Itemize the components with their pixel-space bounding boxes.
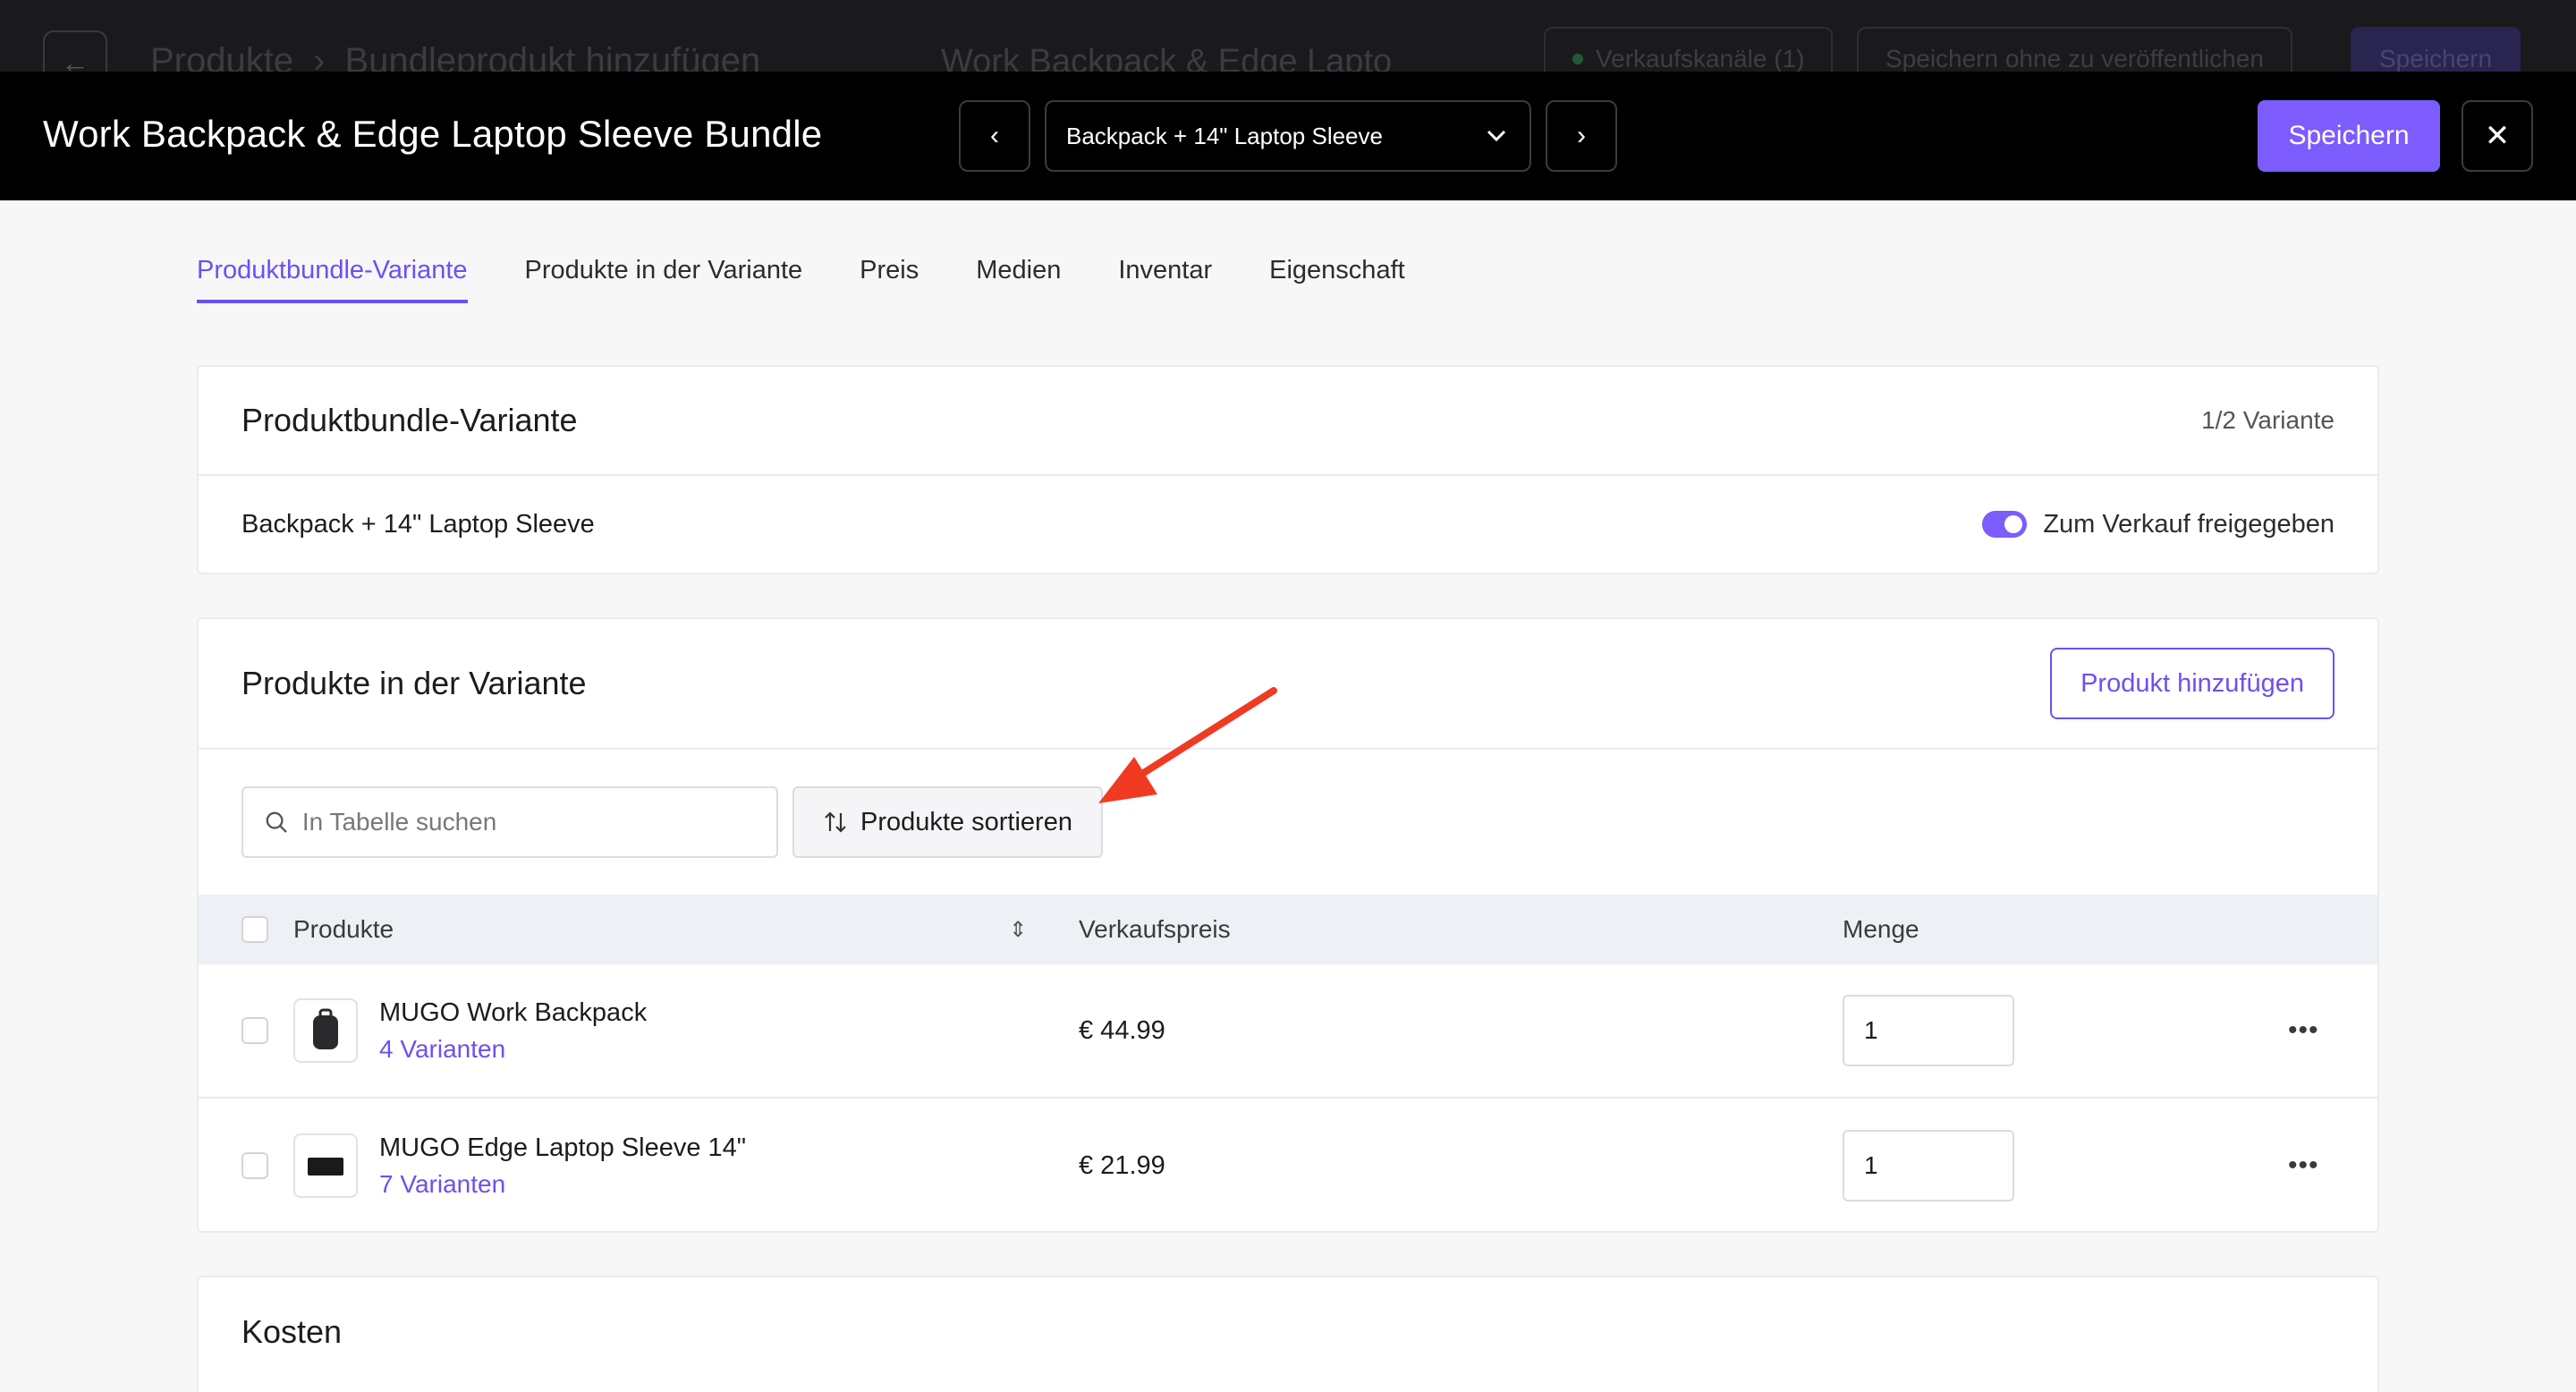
column-quantity: Menge bbox=[1843, 915, 1919, 943]
column-products: Produkte bbox=[293, 915, 394, 943]
background-product-title: Work Backpack & Edge Lapto bbox=[941, 43, 1393, 72]
sort-products-label: Produkte sortieren bbox=[860, 807, 1072, 836]
search-input[interactable] bbox=[301, 808, 755, 836]
product-thumbnail bbox=[293, 1133, 358, 1198]
back-arrow-icon: ← bbox=[43, 30, 107, 72]
modal-header: Work Backpack & Edge Laptop Sleeve Bundl… bbox=[0, 72, 2576, 200]
sort-products-button[interactable]: Produkte sortieren bbox=[792, 786, 1103, 858]
variant-count: 1/2 Variante bbox=[2201, 406, 2334, 434]
chevron-left-icon: ‹ bbox=[990, 121, 999, 150]
costs-card-title: Kosten bbox=[242, 1313, 343, 1350]
variant-select[interactable]: Backpack + 14" Laptop Sleeve bbox=[1045, 100, 1531, 172]
chevron-right-icon: › bbox=[1577, 121, 1586, 150]
column-price: Verkaufspreis bbox=[1079, 915, 1231, 943]
tab-property[interactable]: Eigenschaft bbox=[1269, 256, 1405, 303]
product-price: € 21.99 bbox=[1079, 1150, 1165, 1180]
breadcrumb-item: Bundleprodukt hinzufügen bbox=[344, 41, 761, 72]
close-icon: ✕ bbox=[2484, 119, 2511, 153]
quantity-input[interactable] bbox=[1843, 1130, 2014, 1201]
products-card-title: Produkte in der Variante bbox=[242, 665, 587, 701]
background-save-button: Speichern bbox=[2351, 27, 2521, 72]
product-price: € 44.99 bbox=[1079, 1015, 1165, 1045]
previous-variant-button[interactable]: ‹ bbox=[959, 100, 1030, 172]
for-sale-toggle[interactable] bbox=[1982, 511, 2028, 538]
variants-link[interactable]: 7 Varianten bbox=[379, 1170, 746, 1199]
quantity-input[interactable] bbox=[1843, 995, 2014, 1066]
select-all-checkbox[interactable] bbox=[242, 916, 268, 943]
tab-bundle-variant[interactable]: Produktbundle-Variante bbox=[197, 256, 468, 303]
variants-link[interactable]: 4 Varianten bbox=[379, 1035, 647, 1064]
tab-bar: Produktbundle-Variante Produkte in der V… bbox=[197, 256, 1462, 303]
more-actions-icon[interactable]: ••• bbox=[2288, 1015, 2319, 1046]
sort-arrows-icon bbox=[825, 811, 846, 833]
variant-name: Backpack + 14" Laptop Sleeve bbox=[242, 509, 595, 539]
modal-title: Work Backpack & Edge Laptop Sleeve Bundl… bbox=[43, 113, 823, 155]
background-header: ← Produkte › Bundleprodukt hinzufügen Work… bbox=[0, 0, 2576, 72]
table-search bbox=[242, 786, 778, 858]
save-without-publish-button: Speichern ohne zu veröffentlichen bbox=[1857, 27, 2292, 72]
save-button[interactable]: Speichern bbox=[2258, 100, 2440, 172]
tab-inventory[interactable]: Inventar bbox=[1118, 256, 1212, 303]
table-row: MUGO Edge Laptop Sleeve 14" 7 Varianten … bbox=[199, 1099, 2377, 1231]
variant-select-value: Backpack + 14" Laptop Sleeve bbox=[1066, 122, 1383, 149]
tab-products-in-variant[interactable]: Produkte in der Variante bbox=[525, 256, 803, 303]
close-button[interactable]: ✕ bbox=[2462, 100, 2533, 172]
tab-price[interactable]: Preis bbox=[860, 256, 919, 303]
breadcrumb-item: Produkte bbox=[150, 41, 294, 72]
breadcrumb-separator: › bbox=[313, 41, 326, 72]
annotation-arrow-icon bbox=[1098, 687, 1277, 803]
next-variant-button[interactable]: › bbox=[1546, 100, 1617, 172]
row-checkbox[interactable] bbox=[242, 1017, 268, 1044]
laptop-sleeve-icon bbox=[308, 1158, 343, 1176]
search-icon bbox=[266, 811, 287, 833]
table-header: Produkte ⇕ Verkaufspreis Menge bbox=[199, 895, 2377, 964]
product-thumbnail bbox=[293, 998, 358, 1063]
product-name: MUGO Work Backpack bbox=[379, 997, 648, 1027]
for-sale-label: Zum Verkauf freigegeben bbox=[2043, 509, 2334, 539]
costs-card: Kosten bbox=[197, 1276, 2379, 1392]
chevron-down-icon bbox=[1487, 130, 1506, 142]
table-row: MUGO Work Backpack 4 Varianten € 44.99 •… bbox=[199, 964, 2377, 1099]
background-breadcrumb: Produkte › Bundleprodukt hinzufügen bbox=[150, 41, 760, 72]
add-product-button[interactable]: Produkt hinzufügen bbox=[2050, 648, 2334, 719]
sales-channels-chip: Verkaufskanäle (1) bbox=[1544, 27, 1834, 72]
tab-media[interactable]: Medien bbox=[976, 256, 1061, 303]
more-actions-icon[interactable]: ••• bbox=[2288, 1150, 2319, 1181]
variant-card: Produktbundle-Variante 1/2 Variante Back… bbox=[197, 365, 2379, 574]
variant-card-title: Produktbundle-Variante bbox=[242, 402, 578, 438]
product-name: MUGO Edge Laptop Sleeve 14" bbox=[379, 1133, 747, 1162]
products-card: Produkte in der Variante Produkt hinzufü… bbox=[197, 617, 2379, 1233]
backpack-icon bbox=[313, 1008, 338, 1049]
sort-column-icon[interactable]: ⇕ bbox=[1009, 917, 1027, 943]
row-checkbox[interactable] bbox=[242, 1152, 268, 1179]
